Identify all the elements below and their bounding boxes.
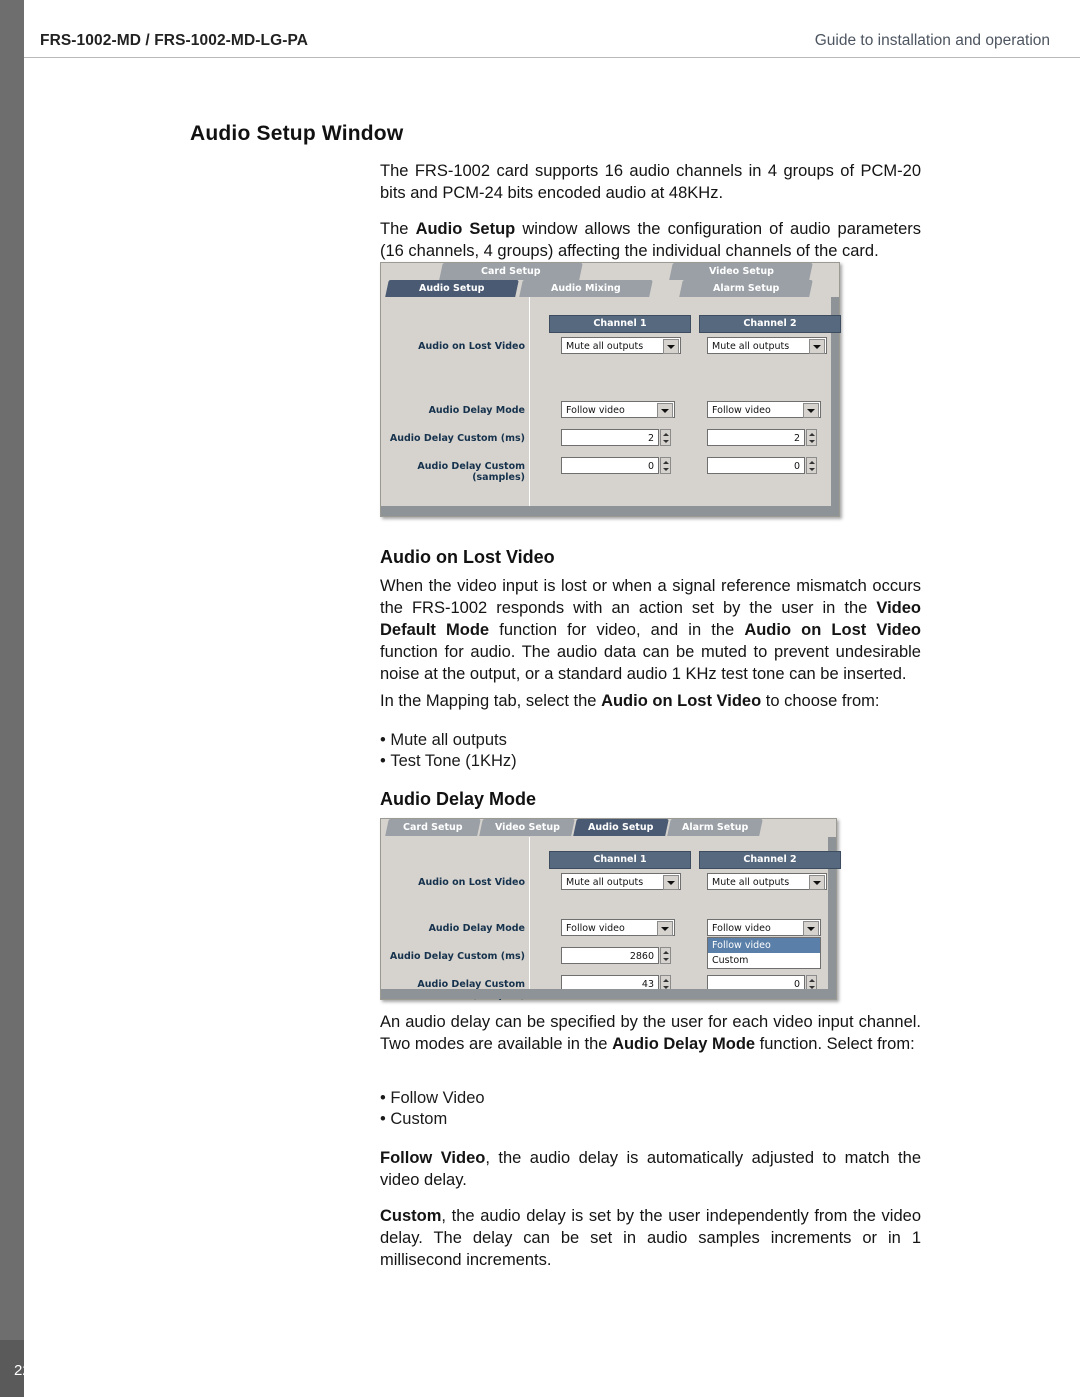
row-label-audio-delay-custom-samples: Audio Delay Custom (samples): [417, 461, 525, 483]
tab-card-setup[interactable]: Card Setup: [439, 263, 583, 280]
tab-audio-mixing[interactable]: Audio Mixing: [519, 280, 653, 297]
spinner-delay-ms-ch2[interactable]: 2: [707, 429, 805, 446]
panel-body-1: Channel 1 Channel 2 Audio on Lost Video …: [381, 297, 841, 516]
combo-value: Follow video: [566, 405, 625, 416]
tabstrip-2: Card Setup Video Setup Audio Setup Alarm…: [381, 819, 836, 837]
chevron-down-icon[interactable]: [809, 875, 825, 890]
column-header-channel-2: Channel 2: [699, 315, 841, 333]
tab-video-setup[interactable]: Video Setup: [669, 263, 813, 280]
bullet-list-lost-video: • Mute all outputs • Test Tone (1KHz): [380, 730, 921, 772]
row-label-audio-on-lost-video: Audio on Lost Video: [418, 341, 525, 352]
spinner-buttons-delay-ms-ch2[interactable]: [806, 429, 817, 446]
combo-value: Mute all outputs: [712, 341, 790, 352]
audio-setup-screenshot-2: Card Setup Video Setup Audio Setup Alarm…: [380, 818, 841, 1001]
spinner-delay-ms-ch1[interactable]: 2: [561, 429, 659, 446]
column-header-channel-1: Channel 1: [549, 315, 691, 333]
label-column-2: [381, 837, 530, 999]
spinner-buttons-delay-samples-ch1[interactable]: [660, 457, 671, 474]
page-content: Audio Setup Window The FRS-1002 card sup…: [0, 0, 1080, 1397]
combo-value: Mute all outputs: [712, 877, 790, 888]
combo-audio-delay-mode-ch2[interactable]: Follow video: [707, 401, 821, 418]
spinner-buttons-delay-ms-ch1-2[interactable]: [660, 947, 671, 964]
dropdown-option-custom[interactable]: Custom: [708, 953, 820, 968]
chevron-down-icon[interactable]: [809, 339, 825, 354]
spinner-delay-samples-ch1[interactable]: 0: [561, 457, 659, 474]
tab-audio-setup-2[interactable]: Audio Setup: [573, 819, 669, 836]
combo-audio-delay-mode-ch1-2[interactable]: Follow video: [561, 919, 675, 936]
paragraph-intro: The FRS-1002 card supports 16 audio chan…: [380, 162, 921, 202]
paragraph-delay-modes: An audio delay can be specified by the u…: [380, 1013, 921, 1053]
dropdown-option-follow-video[interactable]: Follow video: [708, 938, 820, 953]
paragraph-follow-video: Follow Video, the audio delay is automat…: [380, 1149, 921, 1189]
combo-value: Follow video: [712, 923, 771, 934]
chevron-down-icon[interactable]: [803, 921, 819, 936]
list-item: • Follow Video: [380, 1089, 485, 1107]
dropdown-audio-delay-mode-ch2-open[interactable]: Follow video Custom: [707, 937, 821, 969]
panel-bottom-shadow-1: [381, 506, 839, 516]
combo-value: Follow video: [712, 405, 771, 416]
row-label-audio-delay-custom-ms-2: Audio Delay Custom (ms): [389, 951, 525, 962]
paragraph-audio-setup-window: The Audio Setup window allows the config…: [380, 218, 921, 262]
bullet-list-delay-mode: • Follow Video • Custom: [380, 1088, 921, 1130]
panel-body-2: Channel 1 Channel 2 Audio on Lost Video …: [381, 837, 841, 1001]
chevron-down-icon[interactable]: [657, 921, 673, 936]
combo-audio-on-lost-video-ch1-2[interactable]: Mute all outputs: [561, 873, 681, 890]
chevron-down-icon[interactable]: [663, 339, 679, 354]
tab-card-setup-2[interactable]: Card Setup: [385, 819, 481, 836]
combo-value: Follow video: [566, 923, 625, 934]
spinner-buttons-delay-samples-ch2[interactable]: [806, 457, 817, 474]
combo-audio-delay-mode-ch1[interactable]: Follow video: [561, 401, 675, 418]
panel-bottom-shadow-2: [381, 989, 836, 999]
subhead-audio-delay-mode: Audio Delay Mode: [380, 789, 537, 809]
row-label-audio-delay-mode-2: Audio Delay Mode: [428, 923, 525, 934]
spinner-buttons-delay-ms-ch1[interactable]: [660, 429, 671, 446]
spinner-delay-samples-ch2[interactable]: 0: [707, 457, 805, 474]
row-label-audio-delay-mode: Audio Delay Mode: [428, 405, 525, 416]
row-label-audio-delay-custom-ms: Audio Delay Custom (ms): [389, 433, 525, 444]
paragraph-lost-video: When the video input is lost or when a s…: [380, 577, 921, 683]
combo-audio-on-lost-video-ch2-2[interactable]: Mute all outputs: [707, 873, 827, 890]
page-title: Audio Setup Window: [190, 122, 404, 145]
list-item: • Custom: [380, 1110, 448, 1128]
p2-part-a: The: [380, 220, 416, 238]
p2-bold: Audio Setup: [415, 220, 516, 238]
chevron-down-icon[interactable]: [663, 875, 679, 890]
chevron-down-icon[interactable]: [803, 403, 819, 418]
combo-audio-on-lost-video-ch1[interactable]: Mute all outputs: [561, 337, 681, 354]
row-label-audio-on-lost-video-2: Audio on Lost Video: [418, 877, 525, 888]
tab-audio-setup[interactable]: Audio Setup: [385, 280, 519, 297]
combo-audio-on-lost-video-ch2[interactable]: Mute all outputs: [707, 337, 827, 354]
subhead-audio-on-lost-video: Audio on Lost Video: [380, 547, 555, 567]
tab-video-setup-2[interactable]: Video Setup: [479, 819, 575, 836]
list-item: • Mute all outputs: [380, 731, 507, 749]
paragraph-custom: Custom, the audio delay is set by the us…: [380, 1207, 921, 1269]
column-header-channel-1-2: Channel 1: [549, 851, 691, 869]
combo-value: Mute all outputs: [566, 341, 644, 352]
tab-alarm-setup[interactable]: Alarm Setup: [679, 280, 813, 297]
audio-setup-screenshot-1: Card Setup Video Setup Audio Setup Audio…: [380, 262, 841, 517]
column-header-channel-2-2: Channel 2: [699, 851, 841, 869]
combo-value: Mute all outputs: [566, 877, 644, 888]
tab-alarm-setup-2[interactable]: Alarm Setup: [667, 819, 763, 836]
spinner-delay-ms-ch1-2[interactable]: 2860: [561, 947, 659, 964]
combo-audio-delay-mode-ch2-2[interactable]: Follow video: [707, 919, 821, 936]
list-item: • Test Tone (1KHz): [380, 752, 517, 770]
chevron-down-icon[interactable]: [657, 403, 673, 418]
paragraph-mapping-tab: In the Mapping tab, select the Audio on …: [380, 692, 880, 710]
tabstrip-1: Card Setup Video Setup Audio Setup Audio…: [381, 263, 839, 297]
